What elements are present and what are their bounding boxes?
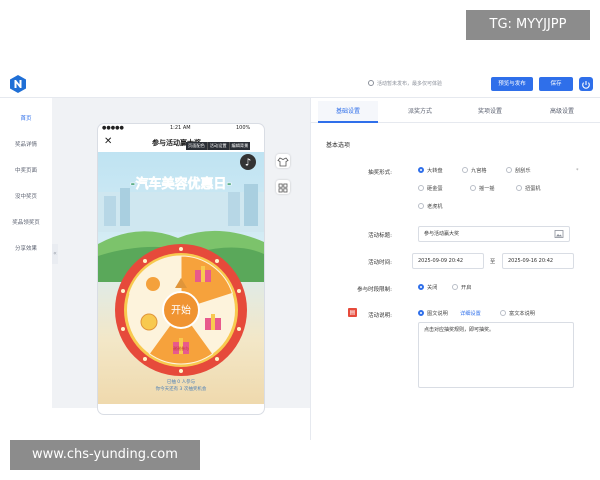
nav-item-share-effect[interactable]: 分享效果	[0, 244, 52, 252]
settings-panel	[310, 98, 600, 440]
desc-radio-graphic[interactable]: 图文说明	[418, 310, 448, 317]
watermark-bottom: www.chs-yunding.com	[10, 440, 200, 470]
power-button[interactable]	[579, 77, 593, 91]
type-radio-wheel[interactable]: 大转盘	[418, 167, 443, 174]
title-input-value: 参与活动赢大奖	[424, 231, 460, 237]
type-option-shake: 摇一摇	[479, 186, 495, 192]
type-option-scratch: 刮刮乐	[515, 168, 531, 174]
tab-award-method[interactable]: 派奖方式	[390, 101, 450, 123]
title-label: 活动标题:	[368, 233, 392, 239]
limit-radio-off[interactable]: 关闭	[418, 284, 437, 291]
status-time: 1:21 AM	[170, 125, 191, 131]
image-icon[interactable]	[554, 229, 564, 239]
type-label: 抽奖形式:	[368, 170, 392, 176]
prize-wheel: 开始 谢谢参与	[115, 244, 247, 376]
theme-tool-button[interactable]	[276, 154, 290, 168]
close-icon[interactable]: ✕	[104, 136, 112, 147]
desc-option-graphic: 图文说明	[427, 311, 448, 317]
context-toolbar: 页面配色 活动设置 编辑背景	[186, 142, 251, 150]
phone-status-bar: ●●●●● 1:21 AM 100%	[98, 124, 264, 134]
section-title: 基本选项	[326, 142, 351, 149]
chance-caption: 你今天还有 3 次抽奖机会	[156, 385, 207, 392]
description-text: 点击对应抽奖规则，即可抽奖。	[424, 327, 495, 333]
poster-artwork: -汽车美容优惠日- ♪ 开始 谢谢参与 已抽 0 人参与 你今天还有 3 次抽奖…	[98, 154, 264, 392]
limit-option-on: 开启	[461, 285, 472, 291]
title-input[interactable]: 参与活动赢大奖	[418, 226, 570, 242]
wheel-prize-label: 谢谢参与	[173, 345, 189, 351]
settings-tabs: 基础设置 派奖方式 奖项设置 高级设置	[310, 101, 600, 123]
type-radio-egg[interactable]: 砸金蛋	[418, 185, 443, 192]
description-textarea[interactable]: 点击对应抽奖规则，即可抽奖。	[418, 322, 574, 388]
type-radio-slot[interactable]: 老虎机	[418, 203, 443, 210]
type-option-wheel: 大转盘	[427, 168, 443, 174]
limit-option-off: 关闭	[427, 285, 438, 291]
type-radio-gashapon[interactable]: 扭蛋机	[516, 185, 541, 192]
ctx-activity-settings[interactable]: 活动设置	[208, 142, 230, 150]
time-label: 活动时间:	[368, 260, 392, 266]
nav-item-claim-page[interactable]: 奖品领奖页	[0, 218, 52, 226]
shirt-icon	[277, 157, 289, 167]
time-start-value: 2025-09-09 20:42	[418, 258, 464, 264]
collapse-handle[interactable]: «	[52, 244, 58, 264]
tab-basic-settings[interactable]: 基础设置	[318, 101, 378, 123]
nav-item-prize-detail[interactable]: 奖品详情	[0, 140, 52, 148]
type-option-egg: 砸金蛋	[427, 186, 443, 192]
grid-icon	[278, 183, 288, 193]
component-tool-button[interactable]	[276, 180, 290, 194]
publish-hint-text: 活动暂未发布，最多仅可体验	[377, 81, 443, 87]
desc-detail-link[interactable]: 详细设置	[460, 310, 481, 317]
watermark-top: TG: MYYJJPP	[466, 10, 590, 40]
time-end-value: 2025-09-16 20:42	[508, 258, 554, 264]
nav-item-win-page[interactable]: 中奖页面	[0, 166, 52, 174]
left-nav: 首页 奖品详情 中奖页面 没中奖页 奖品领奖页 分享效果	[0, 98, 52, 440]
type-radio-grid[interactable]: 九宫格	[462, 167, 487, 174]
publish-hint: 活动暂未发布，最多仅可体验	[368, 80, 442, 87]
description-label: 活动说明:	[368, 313, 392, 319]
type-option-slot: 老虎机	[427, 204, 443, 210]
limit-label: 参与时段限制:	[357, 287, 392, 293]
lottery-poster[interactable]: -汽车美容优惠日- ♪ 开始 谢谢参与 已抽 0 人参与 你今天还有 3 次抽奖…	[98, 152, 264, 404]
desc-option-richtext: 富文本说明	[509, 311, 535, 317]
phone-preview: ●●●●● 1:21 AM 100% ✕ 参与活动赢大奖 -汽车美容优惠日- ♪…	[98, 124, 264, 414]
start-button-label[interactable]: 开始	[171, 304, 191, 317]
app-logo-icon[interactable]	[8, 74, 28, 94]
time-start-input[interactable]: 2025-09-09 20:42	[412, 253, 484, 269]
time-separator: 至	[490, 259, 496, 265]
tab-prize-settings[interactable]: 奖项设置	[460, 101, 520, 123]
limit-radio-on[interactable]: 开启	[452, 284, 471, 291]
type-option-grid: 九宫格	[471, 168, 487, 174]
nav-item-home[interactable]: 首页	[0, 114, 52, 122]
type-option-gashapon: 扭蛋机	[525, 186, 541, 192]
svg-text:♪: ♪	[245, 158, 251, 169]
tab-advanced-settings[interactable]: 高级设置	[532, 101, 592, 123]
type-radio-scratch[interactable]: 刮刮乐	[506, 167, 531, 174]
type-radio-shake[interactable]: 摇一摇	[470, 185, 495, 192]
desc-radio-richtext[interactable]: 富文本说明	[500, 310, 535, 317]
ctx-edit-background[interactable]: 编辑背景	[230, 142, 251, 150]
time-end-input[interactable]: 2025-09-16 20:42	[502, 253, 574, 269]
status-battery: 100%	[236, 125, 251, 131]
required-mark: *	[576, 168, 579, 174]
nav-item-lose-page[interactable]: 没中奖页	[0, 192, 52, 200]
banner-title: -汽车美容优惠日-	[130, 176, 232, 192]
preview-publish-button[interactable]: 预览与发布	[491, 77, 533, 91]
info-icon	[368, 80, 374, 86]
power-icon	[582, 81, 590, 89]
ctx-page-color[interactable]: 页面配色	[186, 142, 208, 150]
status-carrier: ●●●●●	[102, 125, 124, 131]
participation-caption: 已抽 0 人参与	[167, 378, 195, 385]
save-button[interactable]: 保存	[539, 77, 573, 91]
